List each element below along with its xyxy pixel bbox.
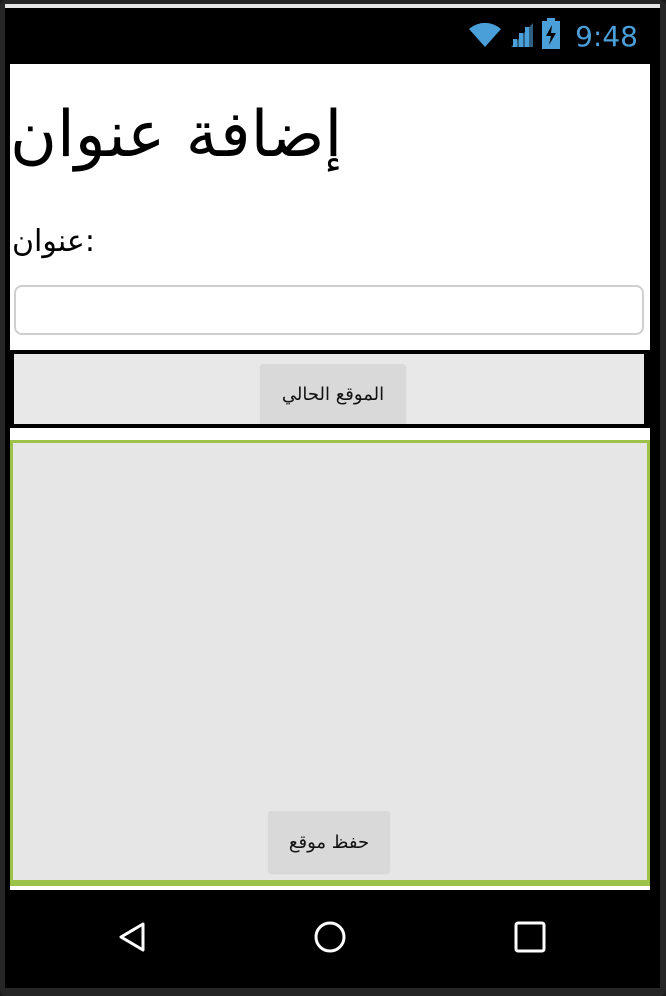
map-area[interactable]: حفظ موقع [13,443,647,880]
wifi-icon [467,19,503,53]
map-panel: حفظ موقع [10,440,650,886]
back-icon [115,920,149,958]
device-frame: 9:48 إضافة عنوان عنوان: الموقع الحالي حف… [0,0,666,996]
status-bar: 9:48 [5,4,660,64]
current-location-button[interactable]: الموقع الحالي [260,364,406,424]
current-location-panel: الموقع الحالي [10,350,650,428]
app-content: إضافة عنوان عنوان: الموقع الحالي حفظ موق… [10,64,650,890]
navigation-bar [5,890,660,988]
home-button[interactable] [305,914,355,964]
back-button[interactable] [107,914,157,964]
status-icons: 9:48 [467,18,638,54]
recent-apps-button[interactable] [505,914,555,964]
status-time: 9:48 [575,19,638,53]
status-bar-top-line [5,4,660,8]
home-icon [313,920,347,958]
cell-signal-icon [509,19,535,53]
battery-charging-icon [541,18,561,54]
page-title: إضافة عنوان [10,98,343,172]
screen: 9:48 إضافة عنوان عنوان: الموقع الحالي حف… [5,4,660,988]
current-location-panel-inner: الموقع الحالي [14,354,644,424]
address-input[interactable] [14,285,644,335]
save-location-button[interactable]: حفظ موقع [268,811,390,873]
recent-apps-icon [513,920,547,958]
address-label: عنوان: [12,224,95,259]
